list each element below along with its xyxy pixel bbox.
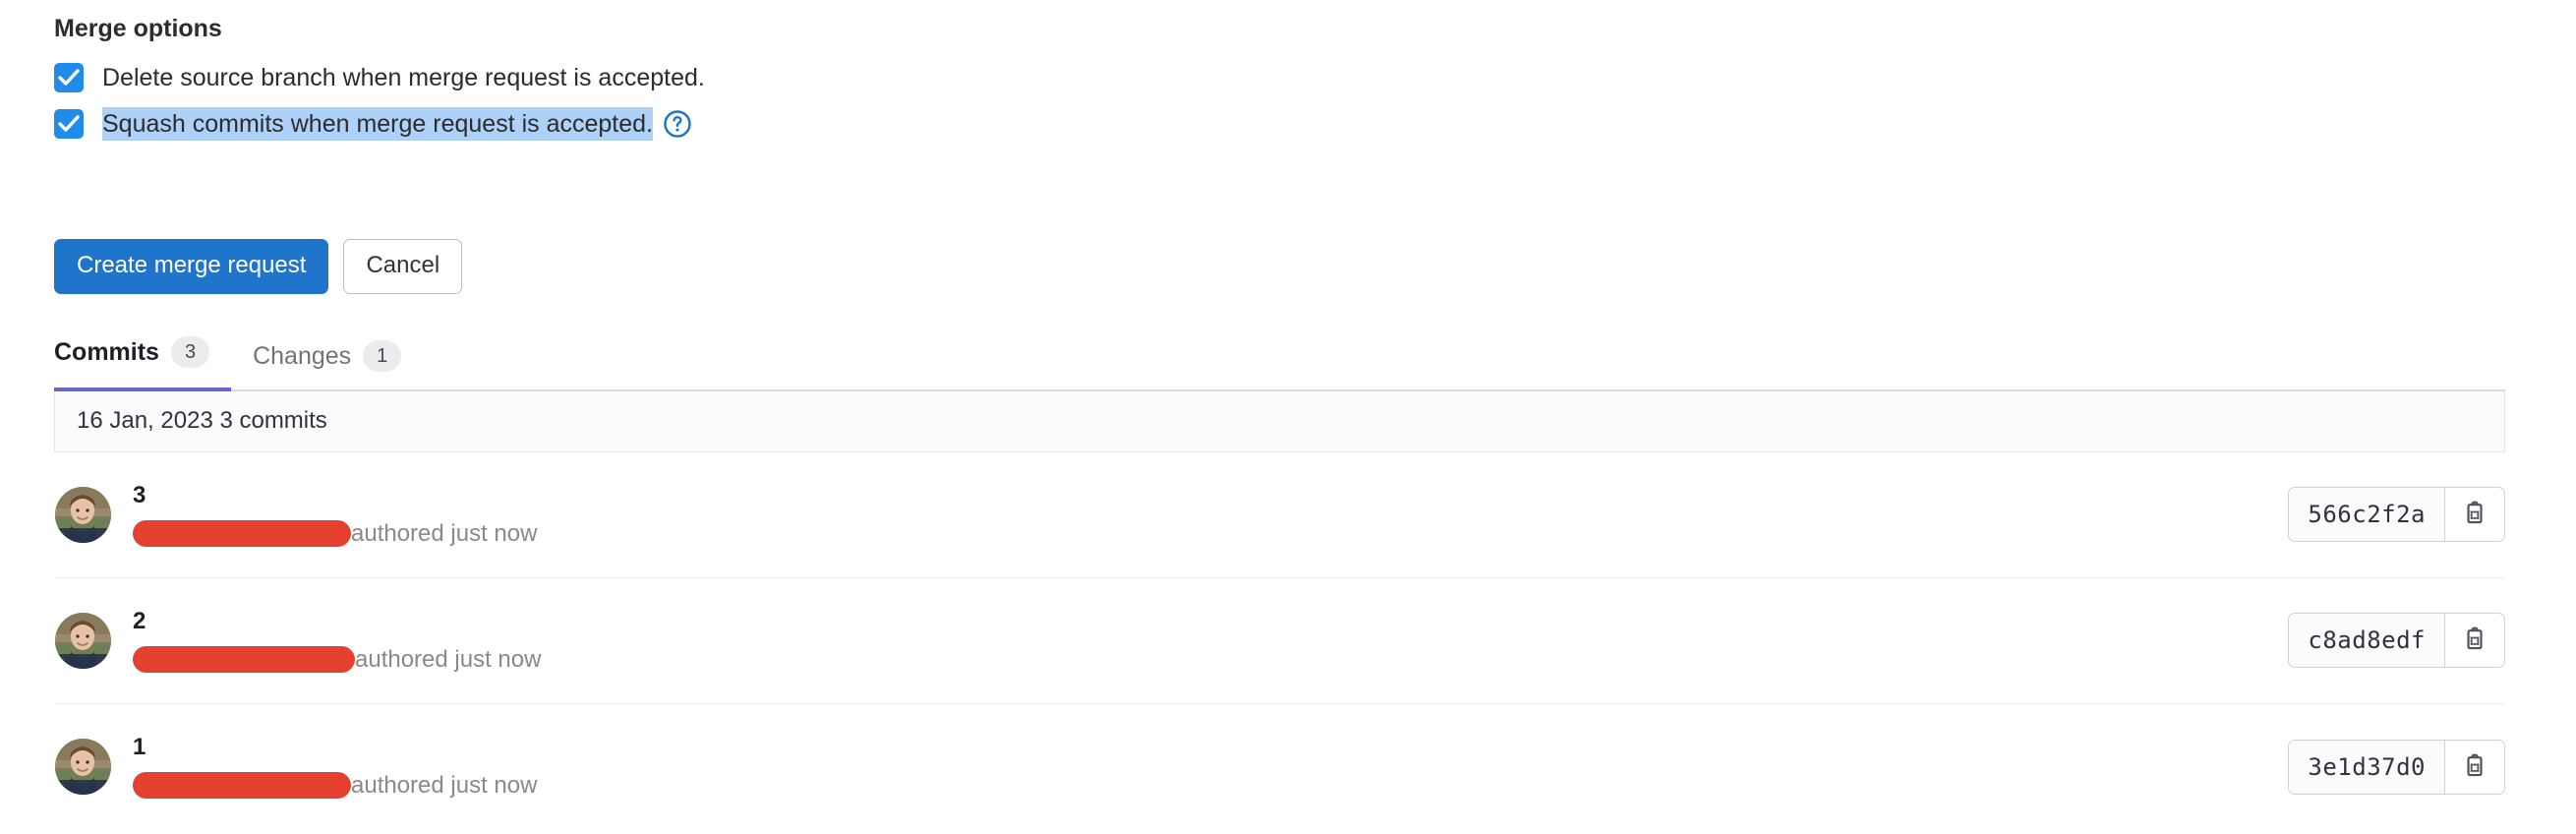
question-circle-icon[interactable] xyxy=(663,109,692,139)
commit-meta: authored just now xyxy=(133,518,2268,549)
table-row[interactable]: 3 authored just now 566c2f2a xyxy=(54,452,2505,578)
avatar[interactable] xyxy=(55,612,111,669)
tab-commits-label: Commits xyxy=(54,337,159,366)
commit-title[interactable]: 1 xyxy=(133,733,2268,762)
tab-changes-label: Changes xyxy=(253,341,352,370)
commit-sha[interactable]: c8ad8edf xyxy=(2289,614,2445,668)
avatar[interactable] xyxy=(55,486,111,543)
redacted-author-name xyxy=(133,645,355,673)
table-row[interactable]: 1 authored just now 3e1d37d0 xyxy=(54,704,2505,830)
commit-time: authored just now xyxy=(355,645,542,673)
tab-commits[interactable]: Commits 3 xyxy=(54,336,232,391)
page-title: Merge options xyxy=(54,15,222,42)
squash-commits-row[interactable]: Squash commits when merge request is acc… xyxy=(54,107,2505,141)
tab-changes[interactable]: Changes 1 xyxy=(231,340,423,391)
table-row[interactable]: 2 authored just now c8ad8edf xyxy=(54,578,2505,704)
commit-time: authored just now xyxy=(351,519,538,547)
merge-request-tabs: Commits 3 Changes 1 xyxy=(54,320,2505,391)
tab-commits-count: 3 xyxy=(170,336,210,368)
clipboard-copy-icon[interactable] xyxy=(2445,614,2504,668)
redacted-author-name xyxy=(133,519,351,547)
commits-list: 16 Jan, 2023 3 commits 3 authored just n… xyxy=(54,391,2505,830)
checkmark-icon xyxy=(58,69,80,86)
avatar[interactable] xyxy=(55,739,111,796)
commit-sha-group: 3e1d37d0 xyxy=(2288,739,2505,795)
form-actions: Create merge request Cancel xyxy=(54,239,463,294)
commit-sha[interactable]: 566c2f2a xyxy=(2289,488,2445,542)
squash-commits-label: Squash commits when merge request is acc… xyxy=(102,107,653,141)
clipboard-copy-icon[interactable] xyxy=(2445,740,2504,794)
commit-meta: authored just now xyxy=(133,770,2268,801)
cancel-button[interactable]: Cancel xyxy=(343,239,463,294)
commit-sha-group: 566c2f2a xyxy=(2288,487,2505,543)
commit-time: authored just now xyxy=(351,772,538,800)
commit-info: 2 authored just now xyxy=(133,607,2268,675)
checkmark-icon xyxy=(58,115,80,132)
tab-changes-count: 1 xyxy=(363,340,402,372)
commit-sha[interactable]: 3e1d37d0 xyxy=(2289,740,2445,794)
merge-options-section: Merge options Delete source branch when … xyxy=(54,14,2505,153)
delete-source-branch-label: Delete source branch when merge request … xyxy=(102,64,705,91)
create-merge-request-button[interactable]: Create merge request xyxy=(54,239,329,294)
commits-date-header: 16 Jan, 2023 3 commits xyxy=(54,391,2505,452)
commit-sha-group: c8ad8edf xyxy=(2288,613,2505,669)
commit-info: 1 authored just now xyxy=(133,733,2268,801)
commit-title[interactable]: 2 xyxy=(133,607,2268,636)
redacted-author-name xyxy=(133,772,351,800)
delete-source-branch-checkbox[interactable] xyxy=(54,63,84,92)
merge-request-create-page: Merge options Delete source branch when … xyxy=(0,0,2576,834)
commit-title[interactable]: 3 xyxy=(133,481,2268,510)
clipboard-copy-icon[interactable] xyxy=(2445,488,2504,542)
commit-meta: authored just now xyxy=(133,644,2268,675)
delete-source-branch-row[interactable]: Delete source branch when merge request … xyxy=(54,61,2505,94)
commit-info: 3 authored just now xyxy=(133,481,2268,549)
squash-commits-checkbox[interactable] xyxy=(54,109,84,139)
